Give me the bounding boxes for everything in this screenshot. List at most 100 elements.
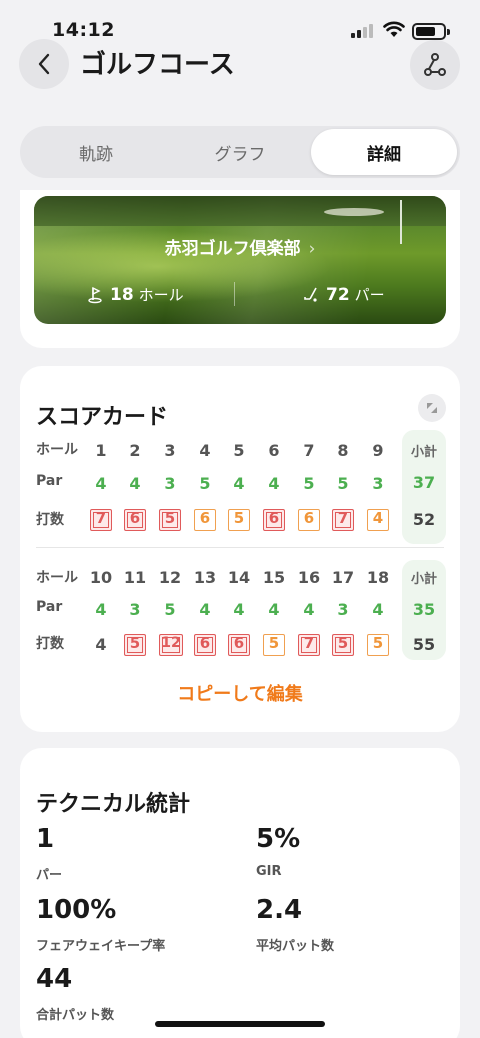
hole-number: 7	[303, 441, 315, 460]
strokes-subtotal-front: 52	[412, 510, 436, 529]
hole-number: 13	[193, 568, 217, 587]
stats-title: テクニカル統計	[36, 792, 191, 817]
hole-number: 14	[227, 568, 251, 587]
stroke-count-cell[interactable]: 5	[367, 634, 389, 656]
home-indicator	[155, 1021, 325, 1027]
expand-button[interactable]	[418, 394, 446, 422]
hole-number: 8	[337, 441, 349, 460]
par-subtotal-back: 35	[412, 600, 436, 619]
row-label-hole-back: ホール	[36, 570, 78, 586]
hole-number: 9	[372, 441, 384, 460]
stroke-count-cell[interactable]: 6	[194, 509, 216, 531]
hole-number: 16	[297, 568, 321, 587]
hole-number: 11	[123, 568, 147, 587]
stat-label-avg-putts: 平均パット数	[256, 939, 335, 954]
row-label-par-back: Par	[36, 599, 63, 615]
stroke-count-cell[interactable]: 7	[332, 509, 354, 531]
chevron-left-icon	[38, 53, 50, 75]
status-time: 14:12	[52, 19, 115, 41]
par-value-cell: 4	[95, 600, 107, 619]
holes-value: 18	[110, 284, 134, 305]
stat-label-total-putts: 合計パット数	[36, 1008, 115, 1023]
stroke-count-cell[interactable]: 5	[228, 509, 250, 531]
hole-number: 3	[164, 441, 176, 460]
holes-unit: ホール	[138, 286, 184, 304]
stat-value-avg-putts: 2.4	[256, 895, 303, 925]
hole-number: 17	[331, 568, 355, 587]
stroke-count-cell[interactable]: 4	[90, 635, 112, 654]
scorecard-divider	[36, 547, 444, 548]
tab-details[interactable]: 詳細	[311, 129, 457, 175]
stat-label-gir: GIR	[256, 864, 282, 879]
subtotal-header-back: 小計	[410, 572, 437, 587]
status-bar: 14:12	[0, 0, 480, 44]
par-value-cell: 3	[164, 474, 176, 493]
stroke-count-cell[interactable]: 5	[332, 634, 354, 656]
course-par: 72 パー	[302, 284, 385, 305]
subtotal-header-front: 小計	[410, 445, 437, 460]
row-label-hole: ホール	[36, 442, 78, 458]
hole-number: 18	[366, 568, 390, 587]
par-unit: パー	[354, 286, 385, 304]
cellular-signal-icon	[351, 24, 375, 38]
hole-number: 4	[199, 441, 211, 460]
par-value-cell: 4	[233, 600, 245, 619]
stat-value-fairway: 100%	[36, 895, 117, 925]
stroke-count-cell[interactable]: 5	[263, 634, 285, 656]
wifi-icon	[383, 21, 405, 37]
stroke-count-cell[interactable]: 12	[159, 634, 183, 656]
strokes-subtotal-back: 55	[412, 635, 436, 654]
par-value-cell: 4	[199, 600, 211, 619]
par-value: 72	[326, 284, 350, 305]
course-name: 赤羽ゴルフ倶楽部	[164, 239, 301, 259]
stroke-count-cell[interactable]: 7	[90, 509, 112, 531]
stroke-count-cell[interactable]: 6	[263, 509, 285, 531]
par-value-cell: 5	[199, 474, 211, 493]
par-value-cell: 5	[164, 600, 176, 619]
tab-graph[interactable]: グラフ	[167, 129, 313, 175]
stroke-count-cell[interactable]: 5	[124, 634, 146, 656]
stroke-count-cell[interactable]: 7	[298, 634, 320, 656]
course-card: 赤羽ゴルフ倶楽部 › 18 ホール 72 パー	[20, 190, 460, 348]
bunker-shape	[324, 208, 384, 216]
hole-flag-icon	[88, 286, 102, 303]
copy-and-edit-button[interactable]: コピーして編集	[20, 680, 460, 706]
par-value-cell: 5	[337, 474, 349, 493]
stat-value-gir: 5%	[256, 824, 301, 854]
hole-number: 1	[95, 441, 107, 460]
par-value-cell: 3	[337, 600, 349, 619]
back-button[interactable]	[19, 39, 69, 89]
stroke-count-cell[interactable]: 6	[194, 634, 216, 656]
par-value-cell: 4	[268, 600, 280, 619]
stroke-count-cell[interactable]: 6	[298, 509, 320, 531]
hole-number: 12	[158, 568, 182, 587]
stroke-count-cell[interactable]: 6	[124, 509, 146, 531]
stroke-count-cell[interactable]: 4	[367, 509, 389, 531]
stroke-count-cell[interactable]: 5	[159, 509, 181, 531]
route-button[interactable]	[410, 40, 460, 90]
par-value-cell: 4	[372, 600, 384, 619]
par-value-cell: 4	[268, 474, 280, 493]
stat-value-par: 1	[36, 824, 55, 854]
par-value-cell: 3	[129, 600, 141, 619]
par-value-cell: 3	[372, 474, 384, 493]
hole-number: 2	[129, 441, 141, 460]
par-subtotal-front: 37	[412, 473, 436, 492]
route-icon	[424, 53, 446, 76]
hole-number: 6	[268, 441, 280, 460]
par-value-cell: 5	[303, 474, 315, 493]
course-name-link[interactable]: 赤羽ゴルフ倶楽部 ›	[34, 234, 446, 259]
stroke-count-cell[interactable]: 6	[228, 634, 250, 656]
scorecard-card: スコアカード ホール Par 打数 1472463354565456467568…	[20, 366, 460, 732]
hole-number: 5	[233, 441, 245, 460]
hole-number: 15	[262, 568, 286, 587]
segmented-tabs: 軌跡 グラフ 詳細	[20, 126, 460, 178]
par-value-cell: 4	[129, 474, 141, 493]
par-value-cell: 4	[233, 474, 245, 493]
tab-track[interactable]: 軌跡	[23, 129, 169, 175]
chevron-right-icon: ›	[308, 239, 316, 259]
course-holes: 18 ホール	[86, 284, 184, 305]
course-photo[interactable]: 赤羽ゴルフ倶楽部 › 18 ホール 72 パー	[34, 196, 446, 324]
stat-label-fairway: フェアウェイキープ率	[36, 939, 166, 954]
battery-icon	[412, 23, 450, 40]
